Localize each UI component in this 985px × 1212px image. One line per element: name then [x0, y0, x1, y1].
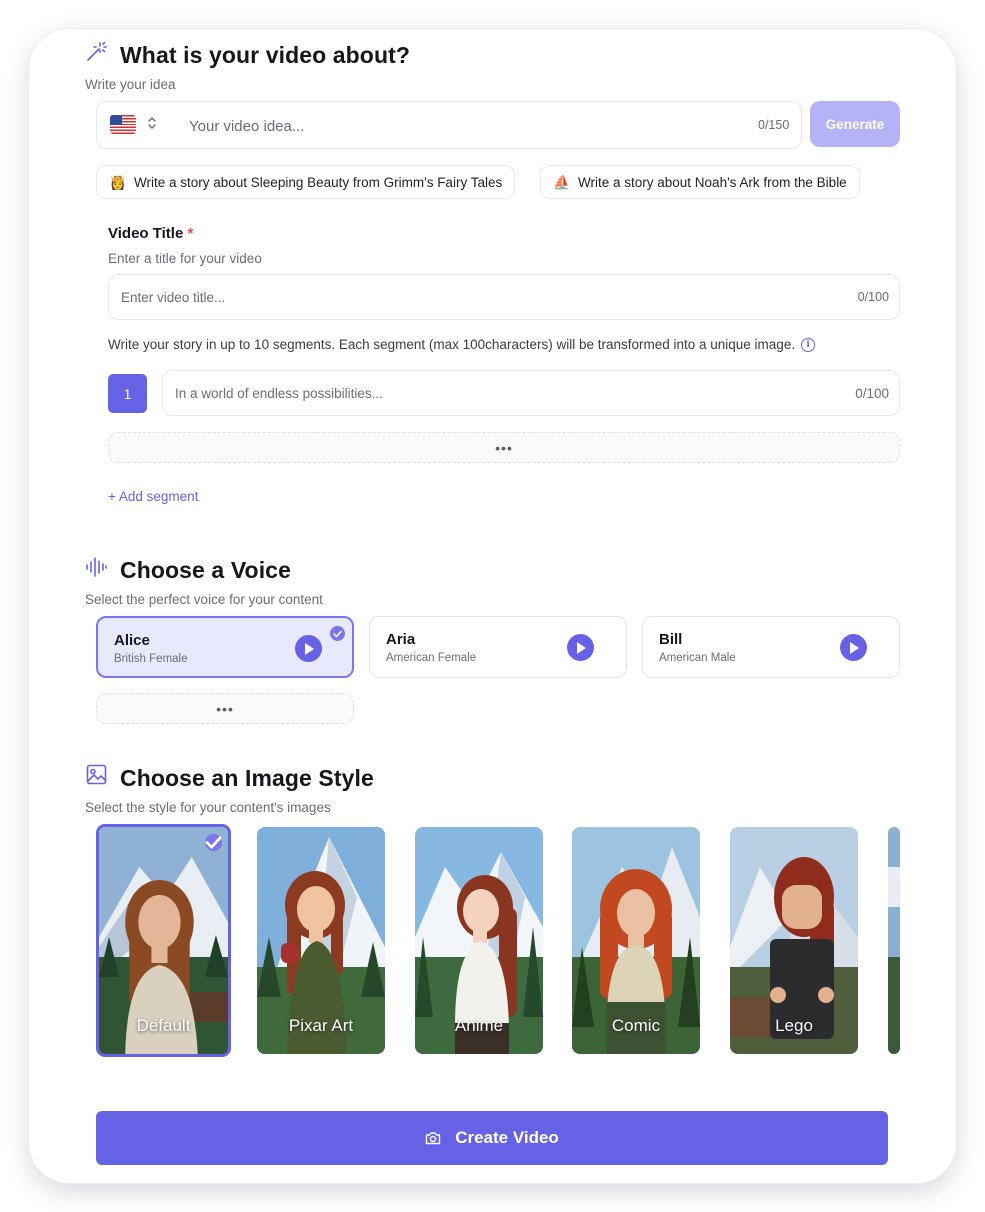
voice-subtitle: Select the perfect voice for your conten… — [85, 592, 323, 607]
info-icon[interactable]: i — [801, 337, 816, 352]
segment-number: 1 — [108, 374, 147, 413]
suggestion-chip-noahs-ark[interactable]: ⛵ Write a story about Noah's Ark from th… — [540, 165, 860, 199]
camera-icon — [425, 1131, 441, 1145]
image-style-subtitle: Select the style for your content's imag… — [85, 800, 331, 815]
voice-desc: British Female — [114, 653, 188, 665]
app-frame: What is your video about? Write your ide… — [29, 29, 956, 1183]
suggestion-chip-sleeping-beauty[interactable]: 👸 Write a story about Sleeping Beauty fr… — [96, 165, 516, 199]
suggestion-text: Write a story about Noah's Ark from the … — [578, 174, 847, 190]
video-title-box: 0/100 — [108, 274, 900, 320]
style-card-comic[interactable]: Comic — [572, 827, 700, 1054]
next-style-image — [888, 827, 900, 1054]
about-subtitle: Write your idea — [85, 77, 176, 92]
voice-desc: American Male — [659, 652, 736, 664]
generate-button[interactable]: Generate — [810, 101, 900, 147]
play-icon[interactable] — [295, 635, 322, 662]
video-title-input[interactable] — [121, 283, 829, 311]
segment-1-counter: 0/100 — [855, 386, 889, 401]
style-card-pixar-art[interactable]: Pixar Art — [257, 827, 385, 1054]
us-flag-icon[interactable] — [110, 115, 136, 134]
play-icon[interactable] — [567, 634, 594, 661]
image-style-title: Choose an Image Style — [120, 765, 374, 791]
princess-icon: 👸 — [109, 173, 127, 190]
voices-more-button[interactable]: ••• — [96, 693, 354, 724]
voice-card-bill[interactable]: Bill American Male — [642, 616, 900, 678]
video-title-hint: Enter a title for your video — [108, 251, 262, 266]
style-card-anime[interactable]: Anime — [415, 827, 543, 1054]
voice-name: Aria — [386, 631, 416, 648]
image-icon — [86, 764, 107, 790]
style-label: Pixar Art — [288, 1016, 354, 1035]
segment-1-input[interactable] — [175, 379, 829, 407]
style-label: Default — [136, 1016, 191, 1035]
video-title-label: Video Title * — [108, 225, 194, 242]
style-card-lego[interactable]: Lego — [730, 827, 858, 1054]
voice-desc: American Female — [386, 652, 477, 664]
required-asterisk: * — [187, 225, 194, 242]
voice-card-alice[interactable]: Alice British Female — [96, 616, 354, 678]
check-icon — [205, 834, 222, 851]
voice-name: Bill — [659, 631, 683, 648]
add-segment-button[interactable]: + Add segment — [108, 489, 198, 504]
video-title-counter: 0/100 — [857, 290, 889, 304]
ark-icon: ⛵ — [553, 173, 571, 190]
style-label: Comic — [611, 1016, 661, 1035]
chevron-up-down-icon[interactable] — [147, 115, 157, 132]
play-icon[interactable] — [840, 634, 867, 661]
style-card-next-partial[interactable] — [888, 827, 900, 1054]
idea-input[interactable] — [189, 112, 709, 140]
idea-input-box: 0/150 — [96, 101, 802, 149]
magic-wand-icon — [85, 41, 107, 68]
segment-1-box: 0/100 — [162, 370, 900, 416]
create-video-label: Create Video — [455, 1128, 559, 1147]
create-video-button[interactable]: Create Video — [96, 1111, 888, 1165]
check-icon — [330, 626, 345, 641]
voice-card-aria[interactable]: Aria American Female — [369, 616, 627, 678]
about-title: What is your video about? — [120, 42, 411, 68]
style-label: Lego — [775, 1016, 813, 1035]
segments-more-button[interactable]: ••• — [108, 432, 900, 463]
suggestion-text: Write a story about Sleeping Beauty from… — [134, 174, 503, 190]
segments-description: Write your story in up to 10 segments. E… — [108, 337, 816, 352]
audio-wave-icon — [85, 557, 107, 582]
style-card-default[interactable]: Default — [96, 824, 231, 1057]
idea-counter: 0/150 — [758, 118, 790, 132]
voice-name: Alice — [114, 632, 150, 649]
style-label: Anime — [454, 1016, 504, 1035]
voice-title: Choose a Voice — [120, 557, 291, 583]
